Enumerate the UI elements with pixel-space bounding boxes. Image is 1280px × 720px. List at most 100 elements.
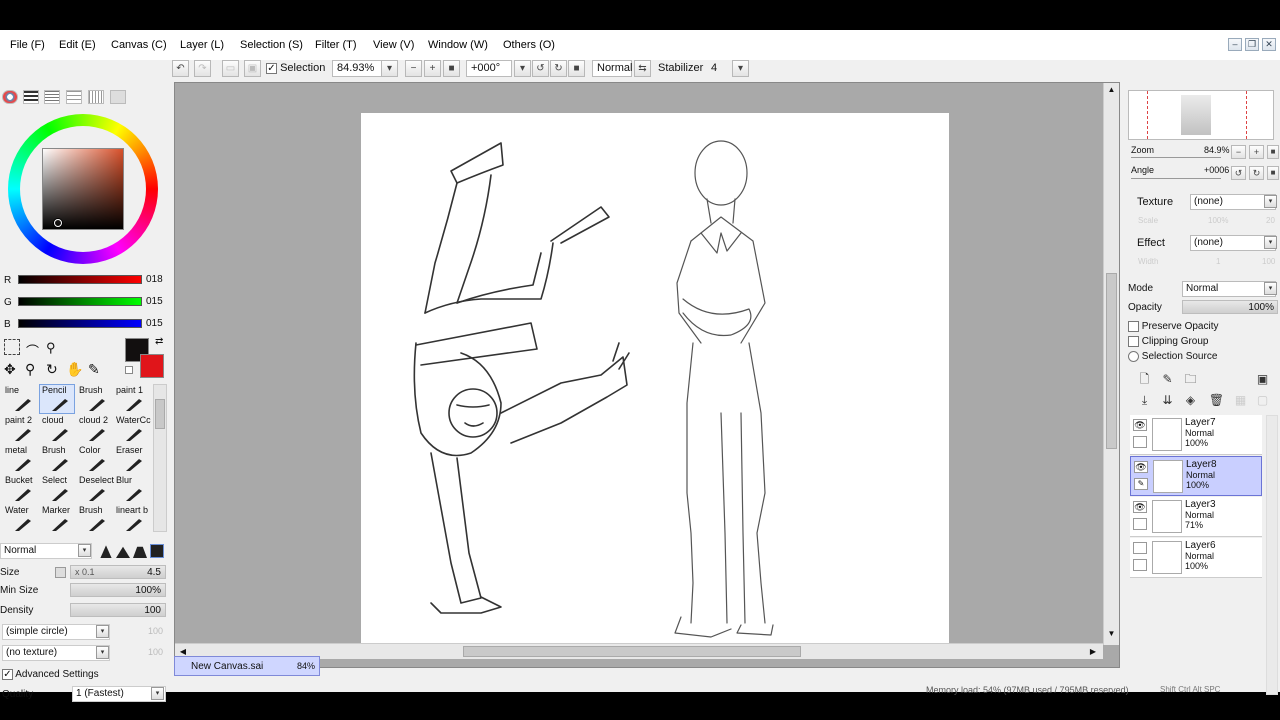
preserve-opacity-toggle[interactable]: Preserve Opacity xyxy=(1128,321,1218,332)
green-slider[interactable]: G 015 xyxy=(0,294,170,314)
brush-blend-dropdown-icon[interactable]: ▾ xyxy=(78,544,91,557)
selection-toggle[interactable]: ✓ Selection xyxy=(266,62,325,74)
rotate-left-icon[interactable]: ↺ xyxy=(532,60,549,77)
texture-dropdown-icon[interactable]: ▾ xyxy=(1264,195,1277,208)
brush-texture-strength[interactable]: 100 xyxy=(148,647,163,657)
menu-edit[interactable]: Edit (E) xyxy=(59,39,96,51)
rotate-right-icon[interactable]: ↻ xyxy=(550,60,567,77)
color-mixer-tab-icon[interactable] xyxy=(110,90,126,104)
canvas-paper[interactable] xyxy=(361,113,949,653)
tool-cloud[interactable]: cloud xyxy=(39,414,75,444)
tool-brush[interactable]: Brush xyxy=(76,384,112,414)
tool-paint-1[interactable]: paint 1 xyxy=(113,384,149,414)
brush-shape-select[interactable]: (simple circle) xyxy=(2,624,110,640)
scroll-down-icon[interactable]: ▼ xyxy=(1104,627,1119,641)
tool-select[interactable]: Select xyxy=(39,474,75,504)
new-folder-icon[interactable]: 🗀 xyxy=(1182,371,1199,388)
zoom-tool-icon[interactable]: ⚲ xyxy=(25,361,35,378)
lock-icon[interactable] xyxy=(1133,436,1147,448)
delete-mask-icon[interactable]: ▢ xyxy=(1254,392,1271,409)
opacity-slider[interactable]: 100% xyxy=(1182,300,1278,314)
nav-zoom-in-icon[interactable]: + xyxy=(1249,145,1264,159)
tool-brush[interactable]: Brush xyxy=(39,444,75,474)
effect-strength-value[interactable]: 100 xyxy=(1262,257,1275,266)
red-slider-bar[interactable] xyxy=(18,275,142,284)
selection-checkbox-icon[interactable]: ✓ xyxy=(266,62,277,74)
swatch-tab-icon[interactable] xyxy=(66,90,82,104)
eye-hidden-icon[interactable] xyxy=(1133,542,1147,554)
brush-shape-2-icon[interactable] xyxy=(116,546,130,558)
tool-water[interactable]: Water xyxy=(2,504,38,534)
nav-zoom-reset-icon[interactable]: ■ xyxy=(1267,145,1279,159)
tool-metal[interactable]: metal xyxy=(2,444,38,474)
rotate-tool-icon[interactable]: ↻ xyxy=(46,361,58,378)
nav-angle-value[interactable]: +0006 xyxy=(1204,165,1229,175)
menu-others[interactable]: Others (O) xyxy=(503,39,555,51)
min-size-slider[interactable]: 100% xyxy=(70,583,166,597)
layer-blend-select[interactable]: Normal xyxy=(1182,281,1276,297)
tool-line[interactable]: line xyxy=(2,384,38,414)
tool-marker[interactable]: Marker xyxy=(39,504,75,534)
zoom-out-icon[interactable]: − xyxy=(405,60,422,77)
canvas-viewport[interactable]: ▲ ▼ ◀ ▶ xyxy=(174,82,1120,668)
tool-bucket[interactable]: Bucket xyxy=(2,474,38,504)
rotate-reset-icon[interactable]: ■ xyxy=(568,60,585,77)
tool-deselect[interactable]: Deselect xyxy=(76,474,114,504)
merge-down-icon[interactable]: ⇊ xyxy=(1159,392,1176,409)
nav-angle-slider[interactable] xyxy=(1131,178,1221,179)
tool-pencil[interactable]: Pencil xyxy=(39,384,75,414)
menu-selection[interactable]: Selection (S) xyxy=(240,39,303,51)
magic-wand-icon[interactable]: ⚲ xyxy=(46,340,56,356)
selection-source-toggle[interactable]: Selection Source xyxy=(1128,351,1217,362)
tool-brush[interactable]: Brush xyxy=(76,504,112,534)
nav-rotate-reset-icon[interactable]: ■ xyxy=(1267,166,1279,180)
zoom-field[interactable]: 84.93% xyxy=(332,60,384,77)
density-row[interactable]: Density 100 xyxy=(0,602,170,620)
min-size-row[interactable]: Min Size 100% xyxy=(0,582,170,600)
layer-blend-dropdown-icon[interactable]: ▾ xyxy=(1264,282,1277,295)
brush-shape-dropdown-icon[interactable]: ▾ xyxy=(96,625,109,638)
menu-layer[interactable]: Layer (L) xyxy=(180,39,224,51)
sub-color-swatch[interactable] xyxy=(140,354,164,378)
selection-source-radio-icon[interactable] xyxy=(1128,351,1139,362)
clear-layer-icon[interactable]: ◈ xyxy=(1182,392,1199,409)
tool-scrollbar[interactable] xyxy=(153,384,167,532)
brush-shape-4-icon[interactable] xyxy=(150,544,164,558)
preserve-opacity-checkbox-icon[interactable] xyxy=(1128,321,1139,332)
lock-icon[interactable] xyxy=(1133,559,1147,571)
red-value[interactable]: 018 xyxy=(146,274,163,285)
horizontal-scroll-thumb[interactable] xyxy=(463,646,801,657)
close-icon[interactable]: ✕ xyxy=(1262,38,1276,51)
new-layer-icon[interactable]: 🗋 xyxy=(1136,371,1153,388)
clipping-group-toggle[interactable]: Clipping Group xyxy=(1128,336,1209,347)
transparent-color-icon[interactable] xyxy=(125,366,133,374)
pencil-icon[interactable]: ✎ xyxy=(1134,478,1148,490)
nav-rotate-left-icon[interactable]: ↺ xyxy=(1231,166,1246,180)
menu-file[interactable]: File (F) xyxy=(10,39,45,51)
stabilizer-field[interactable]: 4 xyxy=(706,60,734,77)
tool-blur[interactable]: Blur xyxy=(113,474,149,504)
blue-slider[interactable]: B 015 xyxy=(0,316,170,336)
texture-strength-value[interactable]: 20 xyxy=(1266,216,1275,225)
restore-icon[interactable]: ❐ xyxy=(1245,38,1259,51)
angle-field[interactable]: +000° xyxy=(466,60,512,77)
layer-list-scrollbar[interactable] xyxy=(1266,415,1278,695)
menu-canvas[interactable]: Canvas (C) xyxy=(111,39,167,51)
layer-row[interactable]: 👁 Layer7 Normal 100% xyxy=(1130,415,1262,455)
zoom-reset-icon[interactable]: ■ xyxy=(443,60,460,77)
saturation-value-square[interactable] xyxy=(42,148,124,230)
tool-eraser[interactable]: Eraser xyxy=(113,444,149,474)
rgb-slider-tab-icon[interactable] xyxy=(23,90,39,104)
hsv-slider-tab-icon[interactable] xyxy=(44,90,60,104)
tool-lineart-b[interactable]: lineart b xyxy=(113,504,149,534)
nav-zoom-value[interactable]: 84.9% xyxy=(1204,145,1230,155)
red-slider[interactable]: R 018 xyxy=(0,272,170,292)
scroll-right-icon[interactable]: ▶ xyxy=(1087,645,1099,658)
blue-slider-bar[interactable] xyxy=(18,319,142,328)
transfer-down-icon[interactable]: ⤓ xyxy=(1136,392,1153,409)
green-slider-bar[interactable] xyxy=(18,297,142,306)
color-wheel-tab-icon[interactable] xyxy=(2,90,18,104)
nav-zoom-out-icon[interactable]: − xyxy=(1231,145,1246,159)
scroll-up-icon[interactable]: ▲ xyxy=(1104,83,1119,97)
hand-icon[interactable]: ✋ xyxy=(66,361,83,378)
